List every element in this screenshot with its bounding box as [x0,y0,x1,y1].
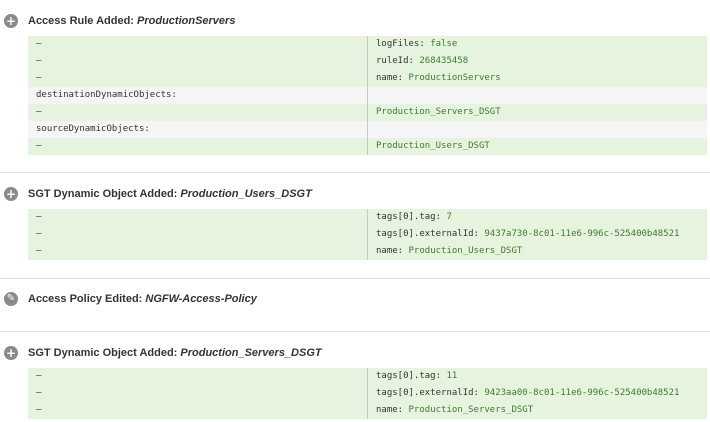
change-section-access-rule: + Access Rule Added: ProductionServers –… [0,14,710,155]
section-divider [0,278,710,279]
table-row: – tags[0].tag: 7 [28,209,707,226]
table-row: – ruleId: 268435458 [28,53,707,70]
table-row: sourceDynamicObjects: [28,121,707,138]
section-title: SGT Dynamic Object Added: Production_Use… [28,188,312,200]
table-row: destinationDynamicObjects: [28,87,707,104]
change-section-access-policy: ✎ Access Policy Edited: NGFW-Access-Poli… [0,292,710,308]
table-row: – name: Production_Users_DSGT [28,243,707,260]
table-row: – Production_Users_DSGT [28,138,707,155]
diff-table: – logFiles: false – ruleId: 268435458 – nam… [28,36,707,155]
table-row: – name: Production_Servers_DSGT [28,402,707,419]
table-row: – tags[0].tag: 11 [28,368,707,385]
section-divider [0,331,710,332]
section-title: Access Policy Edited: NGFW-Access-Policy [28,293,257,305]
section-header[interactable]: + SGT Dynamic Object Added: Production_U… [0,187,710,203]
table-row: – logFiles: false [28,36,707,53]
change-section-sgt-servers: + SGT Dynamic Object Added: Production_S… [0,346,710,419]
plus-icon[interactable]: + [4,346,18,360]
change-section-sgt-users: + SGT Dynamic Object Added: Production_U… [0,187,710,260]
plus-icon[interactable]: + [4,14,18,28]
section-title: Access Rule Added: ProductionServers [28,15,236,27]
plus-icon[interactable]: + [4,187,18,201]
section-title: SGT Dynamic Object Added: Production_Ser… [28,347,322,359]
pencil-icon[interactable]: ✎ [4,292,18,306]
diff-table: – tags[0].tag: 7 – tags[0].externalId: 943… [28,209,707,260]
table-row: – Production_Servers_DSGT [28,104,707,121]
section-header[interactable]: + SGT Dynamic Object Added: Production_S… [0,346,710,362]
table-row: – tags[0].externalId: 9437a730-8c01-11e6-… [28,226,707,243]
diff-table: – tags[0].tag: 11 – tags[0].externalId: 94… [28,368,707,419]
section-header[interactable]: ✎ Access Policy Edited: NGFW-Access-Poli… [0,292,710,308]
section-header[interactable]: + Access Rule Added: ProductionServers [0,14,710,30]
table-row: – tags[0].externalId: 9423aa00-8c01-11e6-… [28,385,707,402]
section-divider [0,172,710,173]
table-row: – name: ProductionServers [28,70,707,87]
